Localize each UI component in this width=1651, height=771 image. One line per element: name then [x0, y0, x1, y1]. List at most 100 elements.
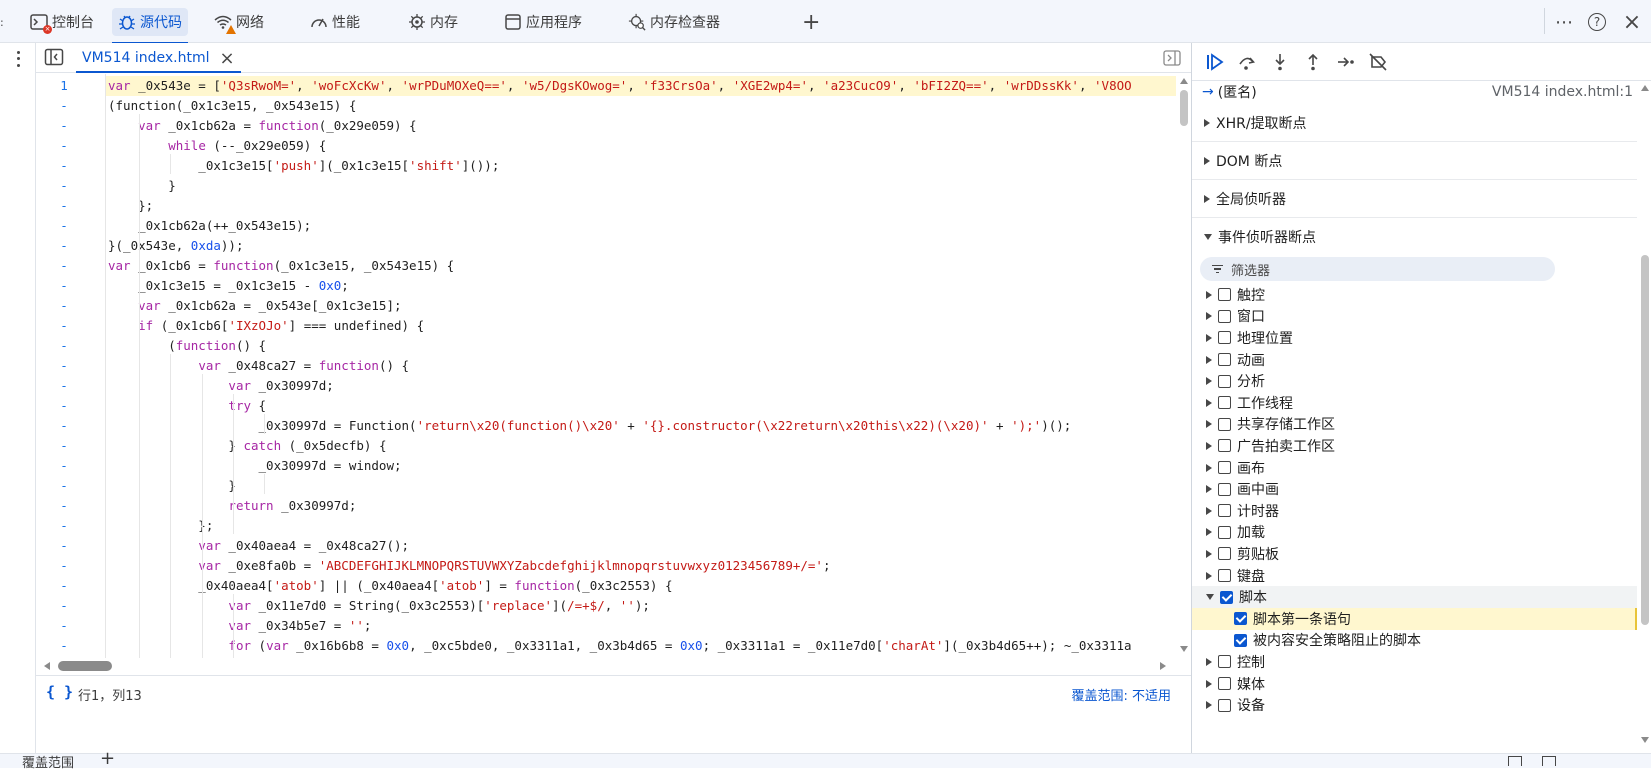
- checkbox[interactable]: [1218, 331, 1231, 345]
- scroll-up-icon[interactable]: [1180, 78, 1188, 84]
- section-xhr-breakpoints[interactable]: XHR/提取断点: [1192, 104, 1637, 142]
- expand-arrow-icon[interactable]: [1206, 290, 1212, 299]
- expand-arrow-icon[interactable]: [1206, 528, 1212, 537]
- line-number[interactable]: -: [36, 616, 92, 636]
- checkbox[interactable]: [1218, 677, 1231, 691]
- event-category-row[interactable]: 画中画: [1192, 478, 1637, 500]
- section-event-listener-breakpoints[interactable]: 事件侦听器断点: [1192, 218, 1637, 256]
- scrollbar-thumb[interactable]: [1180, 90, 1188, 126]
- event-category-row[interactable]: 计时器: [1192, 500, 1637, 522]
- checkbox[interactable]: [1218, 569, 1231, 583]
- event-category-row[interactable]: 窗口: [1192, 306, 1637, 328]
- checkbox[interactable]: [1218, 396, 1231, 410]
- line-number[interactable]: -: [36, 576, 92, 596]
- expand-arrow-icon[interactable]: [1206, 463, 1212, 472]
- tab-sources[interactable]: 源代码: [112, 8, 188, 44]
- line-number[interactable]: -: [36, 636, 92, 656]
- file-tab[interactable]: VM514 index.html ×: [76, 43, 241, 73]
- line-number[interactable]: -: [36, 476, 92, 496]
- checkbox[interactable]: [1218, 309, 1231, 323]
- line-number[interactable]: -: [36, 96, 92, 116]
- coverage-link[interactable]: 覆盖范围: 不适用: [1071, 685, 1171, 704]
- event-category-row[interactable]: 控制: [1192, 651, 1637, 673]
- line-number[interactable]: -: [36, 156, 92, 176]
- line-number[interactable]: -: [36, 136, 92, 156]
- event-row[interactable]: 被内容安全策略阻止的脚本: [1192, 630, 1637, 652]
- checkbox[interactable]: [1218, 525, 1231, 539]
- checkbox[interactable]: [1220, 590, 1233, 604]
- event-category-row[interactable]: 媒体: [1192, 673, 1637, 695]
- scroll-up-icon[interactable]: [1641, 85, 1649, 91]
- checkbox[interactable]: [1218, 439, 1231, 453]
- event-row[interactable]: 脚本第一条语句: [1192, 608, 1637, 630]
- expand-arrow-icon[interactable]: [1206, 398, 1212, 407]
- expand-arrow-icon[interactable]: [1206, 679, 1212, 688]
- resume-button[interactable]: [1202, 49, 1228, 75]
- code-editor[interactable]: 1---------------------------- var _0x543…: [36, 74, 1176, 658]
- scroll-down-icon[interactable]: [1641, 737, 1649, 743]
- event-category-row[interactable]: 脚本: [1192, 586, 1637, 608]
- expand-icon[interactable]: [1542, 756, 1556, 766]
- tab-console[interactable]: × 控制台: [24, 8, 100, 36]
- dock-icon[interactable]: [1508, 756, 1522, 766]
- line-number[interactable]: -: [36, 236, 92, 256]
- expand-arrow-icon[interactable]: [1206, 333, 1212, 342]
- line-number[interactable]: -: [36, 196, 92, 216]
- help-button[interactable]: ?: [1585, 10, 1609, 34]
- close-devtools-button[interactable]: ×: [1620, 10, 1644, 35]
- line-number[interactable]: -: [36, 216, 92, 236]
- expand-arrow-icon[interactable]: [1206, 377, 1212, 386]
- step-into-button[interactable]: [1267, 49, 1293, 75]
- toggle-debugger-button[interactable]: [1163, 50, 1181, 66]
- event-category-row[interactable]: 设备: [1192, 694, 1637, 716]
- event-category-row[interactable]: 分析: [1192, 370, 1637, 392]
- expand-arrow-icon[interactable]: [1206, 701, 1212, 710]
- step-out-button[interactable]: [1300, 49, 1326, 75]
- line-number[interactable]: -: [36, 296, 92, 316]
- event-category-row[interactable]: 加载: [1192, 522, 1637, 544]
- event-category-row[interactable]: 键盘: [1192, 565, 1637, 587]
- expand-arrow-icon[interactable]: [1206, 549, 1212, 558]
- checkbox[interactable]: [1218, 482, 1231, 496]
- tab-memory-inspector[interactable]: 内存检查器: [622, 8, 726, 36]
- checkbox[interactable]: [1234, 633, 1247, 647]
- line-number[interactable]: -: [36, 176, 92, 196]
- checkbox[interactable]: [1218, 353, 1231, 367]
- line-number[interactable]: -: [36, 356, 92, 376]
- checkbox[interactable]: [1218, 698, 1231, 712]
- expand-arrow-icon[interactable]: [1206, 571, 1212, 580]
- code-horizontal-scrollbar[interactable]: [36, 658, 1191, 674]
- sidebar-vertical-scrollbar[interactable]: [1637, 81, 1651, 753]
- event-category-row[interactable]: 触控: [1192, 284, 1637, 306]
- step-over-button[interactable]: [1234, 49, 1260, 75]
- checkbox[interactable]: [1218, 655, 1231, 669]
- event-category-row[interactable]: 动画: [1192, 349, 1637, 371]
- line-number[interactable]: -: [36, 436, 92, 456]
- call-frame-row[interactable]: → (匿名) VM514 index.html:1: [1192, 81, 1637, 102]
- more-options-button[interactable]: ⋯: [1552, 10, 1576, 34]
- add-tab-button[interactable]: +: [796, 8, 826, 36]
- checkbox[interactable]: [1218, 374, 1231, 388]
- event-category-row[interactable]: 广告拍卖工作区: [1192, 435, 1637, 457]
- checkbox[interactable]: [1218, 417, 1231, 431]
- toggle-navigator-button[interactable]: [44, 48, 64, 66]
- line-number[interactable]: -: [36, 596, 92, 616]
- step-button[interactable]: [1333, 49, 1359, 75]
- line-number[interactable]: -: [36, 116, 92, 136]
- collapse-arrow-icon[interactable]: [1206, 594, 1214, 601]
- checkbox[interactable]: [1218, 461, 1231, 475]
- section-dom-breakpoints[interactable]: DOM 断点: [1192, 142, 1637, 180]
- line-number[interactable]: -: [36, 316, 92, 336]
- code-vertical-scrollbar[interactable]: [1178, 74, 1190, 658]
- line-number[interactable]: -: [36, 496, 92, 516]
- line-number[interactable]: -: [36, 456, 92, 476]
- event-category-row[interactable]: 剪贴板: [1192, 543, 1637, 565]
- expand-arrow-icon[interactable]: [1206, 485, 1212, 494]
- event-category-row[interactable]: 画布: [1192, 457, 1637, 479]
- tab-network[interactable]: 网络: [208, 8, 270, 36]
- pretty-print-button[interactable]: { }: [46, 683, 73, 701]
- tab-application[interactable]: 应用程序: [498, 8, 588, 36]
- line-number[interactable]: -: [36, 276, 92, 296]
- drawer-tab-coverage[interactable]: 覆盖范围: [22, 752, 74, 771]
- deactivate-breakpoints-button[interactable]: [1365, 49, 1391, 75]
